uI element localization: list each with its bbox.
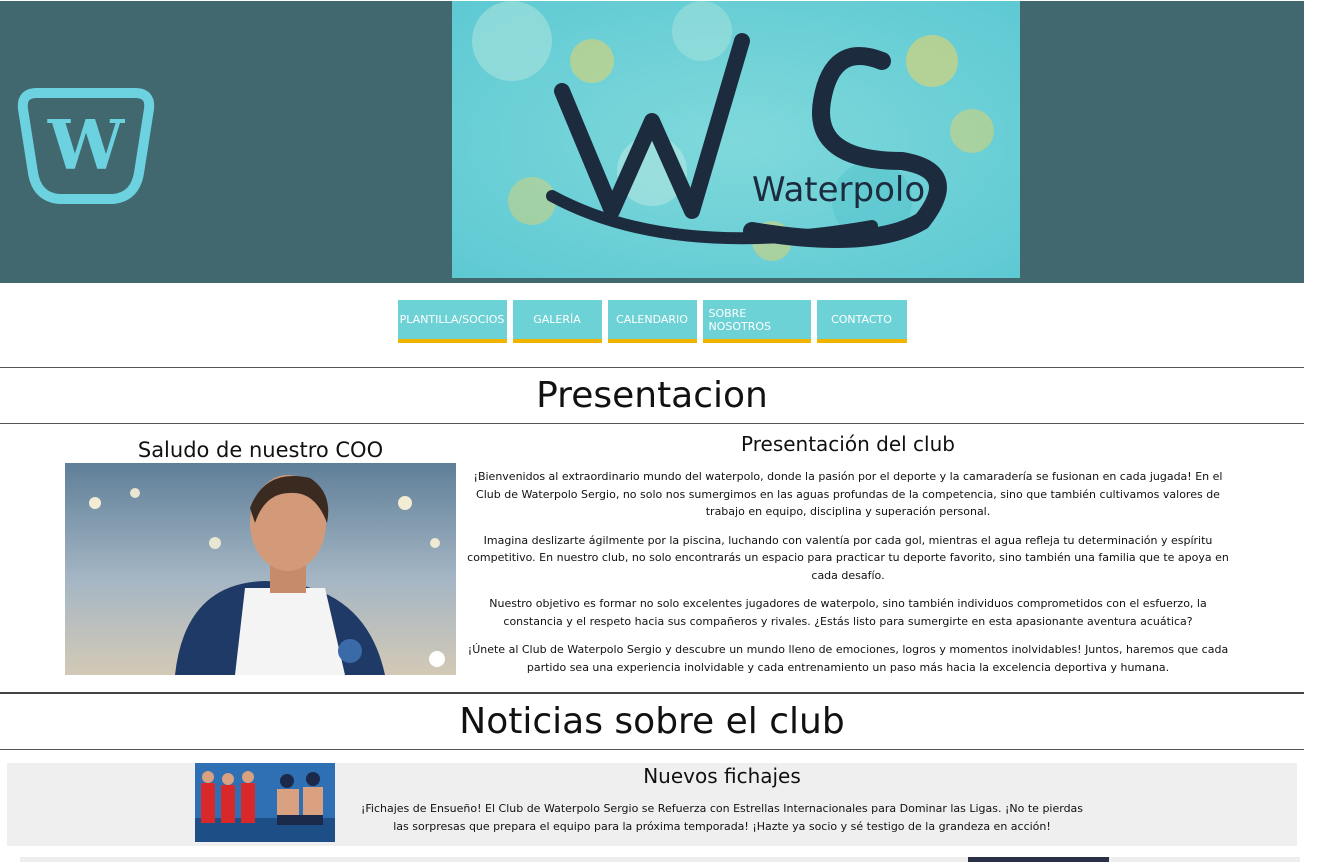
news-heading: Noticias sobre el club: [0, 692, 1304, 750]
main-nav: PLANTILLA/SOCIOS GALERÍA CALENDARIO SOBR…: [0, 283, 1304, 365]
next-news-photo: [968, 857, 1109, 862]
wordpress-logo-icon[interactable]: W: [15, 87, 157, 205]
banner-text: Waterpolo: [752, 170, 925, 210]
news-photo: [195, 763, 335, 842]
club-paragraph: Nuestro objetivo es formar no solo excel…: [489, 597, 1207, 628]
coo-photo: [65, 463, 456, 675]
news-section: Nuevos fichajes ¡Fichajes de Ensueño! El…: [0, 750, 1304, 860]
presentation-heading: Presentacion: [0, 367, 1304, 424]
nav-item-contacto[interactable]: CONTACTO: [816, 300, 907, 343]
site-header: W Waterpolo: [0, 1, 1304, 283]
nav-item-plantilla-socios[interactable]: PLANTILLA/SOCIOS: [397, 300, 507, 343]
nav-item-calendario[interactable]: CALENDARIO: [607, 300, 697, 343]
news-text: ¡Fichajes de Ensueño! El Club de Waterpo…: [360, 802, 1084, 833]
svg-text:W: W: [47, 106, 126, 186]
club-title: Presentación del club: [741, 432, 955, 456]
nav-item-sobre-nosotros[interactable]: SOBRE NOSOTROS: [702, 300, 811, 343]
coo-title: Saludo de nuestro COO: [137, 438, 384, 462]
news-card[interactable]: Nuevos fichajes ¡Fichajes de Ensueño! El…: [7, 763, 1297, 846]
presentation-section: Saludo de nuestro COO Presentación del c…: [0, 424, 1304, 692]
club-paragraph: Imagina deslizarte ágilmente por la pisc…: [467, 533, 1229, 582]
page: W Waterpolo PLANTILLA/SOCIOS GALERÍA CAL…: [0, 1, 1304, 860]
club-description: ¡Bienvenidos al extraordinario mundo del…: [462, 468, 1234, 687]
nav-item-galeria[interactable]: GALERÍA: [512, 300, 602, 343]
club-paragraph: ¡Únete al Club de Waterpolo Sergio y des…: [467, 643, 1229, 674]
waterpolo-banner-image: Waterpolo: [452, 1, 1020, 278]
club-paragraph: ¡Bienvenidos al extraordinario mundo del…: [473, 470, 1223, 518]
header-banner: Waterpolo: [452, 1, 1020, 278]
news-title[interactable]: Nuevos fichajes: [352, 764, 1092, 788]
